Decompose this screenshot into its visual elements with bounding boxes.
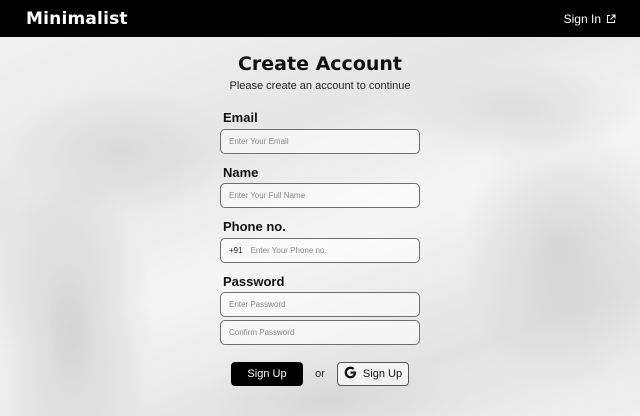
external-link-icon [606,13,616,24]
sign-up-button[interactable]: Sign Up [231,362,303,386]
email-field[interactable] [229,137,419,146]
form-actions: Sign Up or Sign Up [231,362,409,386]
brand-logo[interactable]: Minimalist [26,9,128,29]
phone-label: Phone no. [223,219,286,234]
confirm-password-field[interactable] [229,328,419,337]
confirm-password-field-box [220,320,420,345]
name-label: Name [223,165,259,180]
email-field-box [220,129,420,154]
page-title: Create Account [237,53,403,75]
page-subtitle: Please create an account to continue [229,80,411,92]
email-label: Email [223,110,258,125]
signup-form: Create Account Please create an account … [220,52,420,345]
phone-field-box: +91 [220,238,420,263]
sign-in-link[interactable]: Sign In [564,12,616,26]
name-field-box [220,183,420,208]
sign-in-label: Sign In [563,11,601,26]
top-navbar: Minimalist Sign In [0,0,640,37]
password-label: Password [223,274,285,289]
password-field-box [220,292,420,317]
phone-field[interactable] [250,246,419,255]
or-separator: or [315,368,325,380]
google-sign-up-button[interactable]: Sign Up [337,362,409,386]
google-sign-up-label: Sign Up [362,368,403,380]
country-code-prefix: +91 [229,246,243,255]
password-field[interactable] [229,300,419,309]
name-field[interactable] [229,191,419,200]
google-icon [344,366,357,382]
